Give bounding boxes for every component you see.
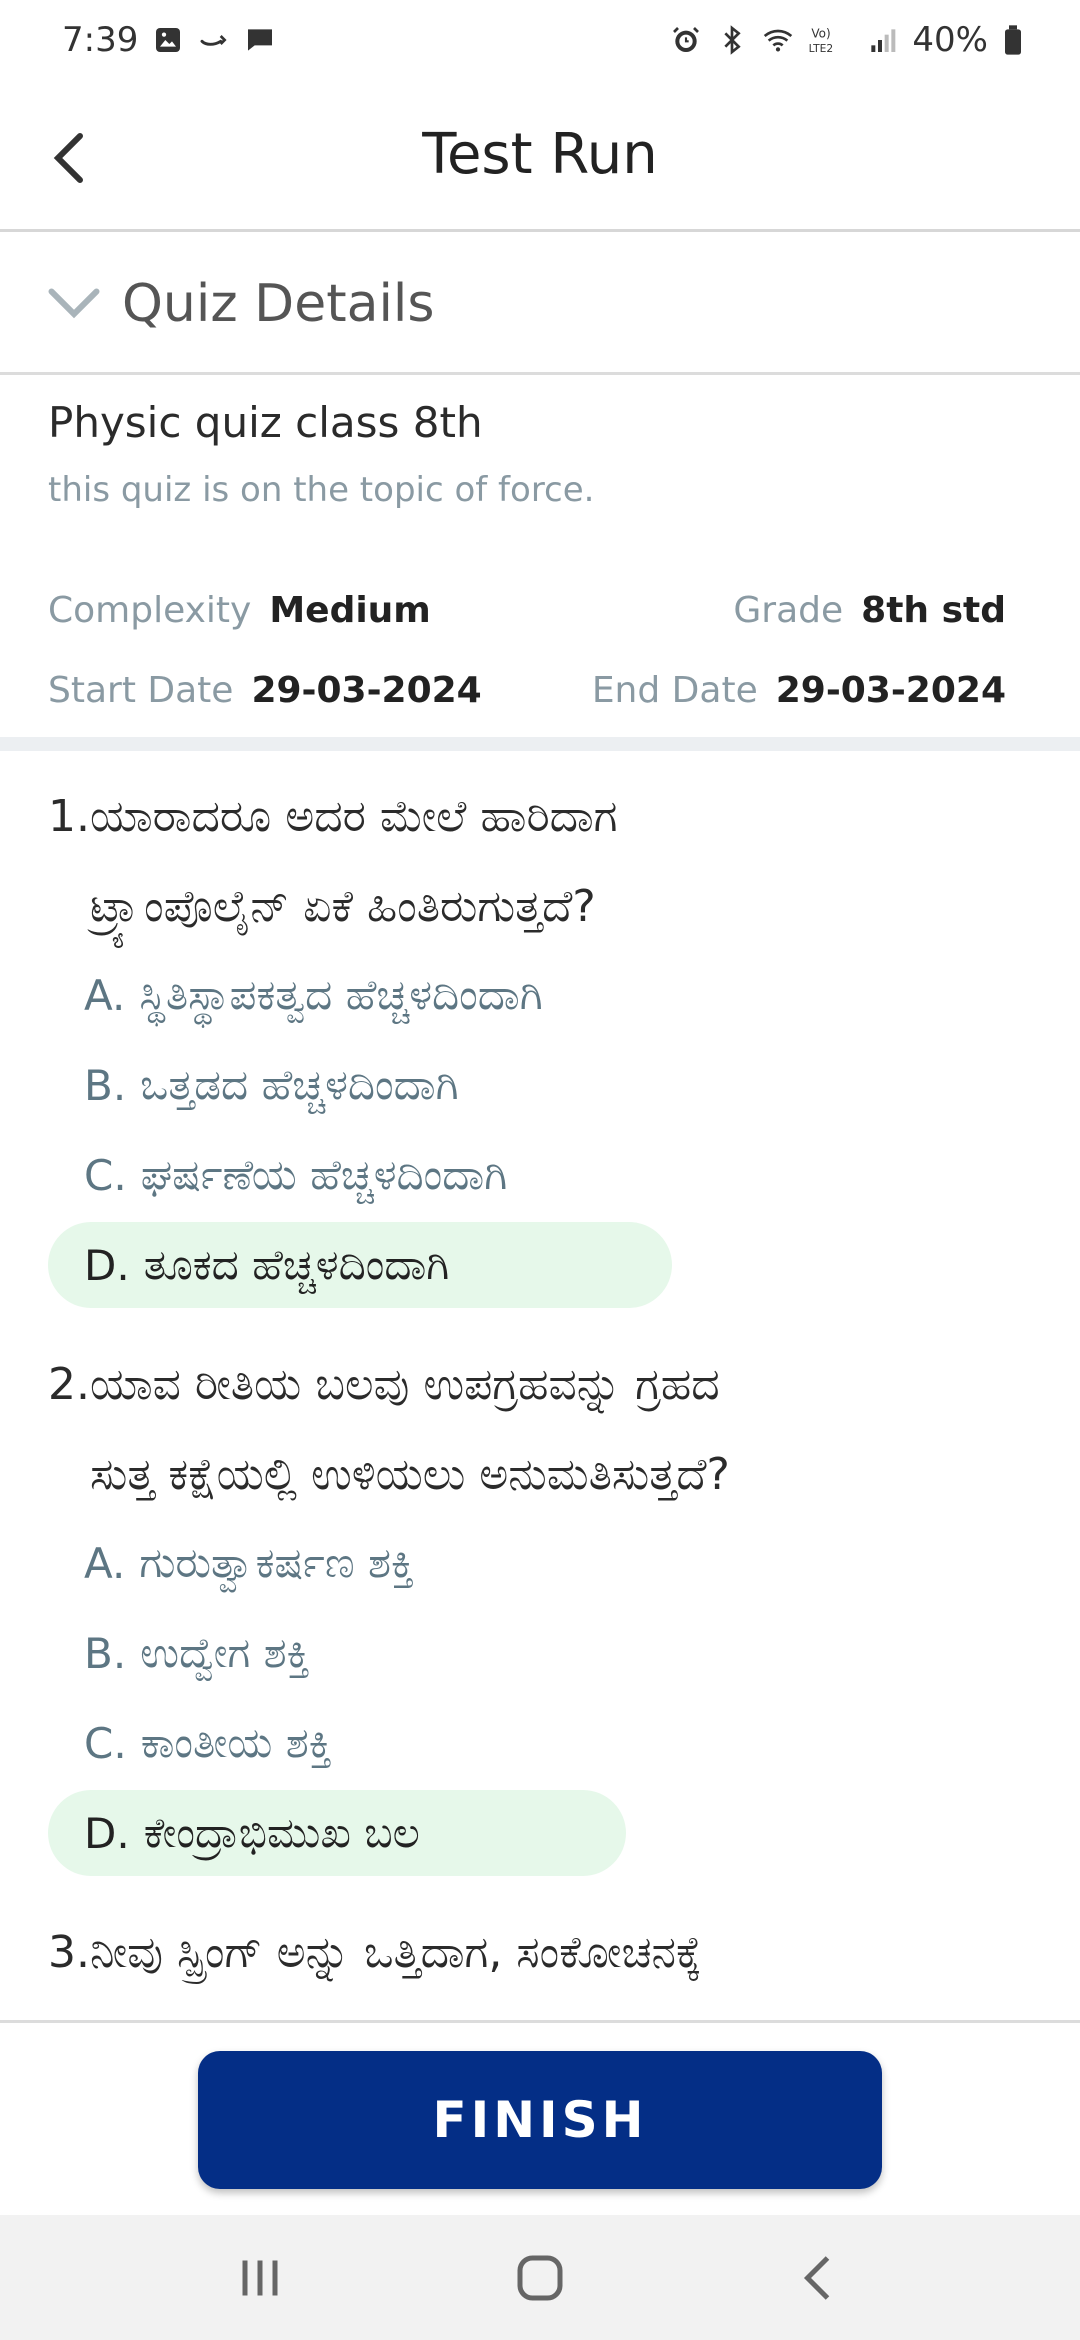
question-line: 3.ನೀವು ಸ್ಪ್ರಿಂಗ್ ಅನ್ನು ಒತ್ತಿದಾಗ, ಸಂಕೋಚನಕ… [48,1927,702,1978]
question-line: ಟ್ರ್ಯಾಂಪೊಲೈನ್ ಏಕೆ ಹಿಂತಿರುಗುತ್ತದೆ? [90,881,596,932]
quiz-description: this quiz is on the topic of force. [48,470,595,510]
question-text: 3.ನೀವು ಸ್ಪ್ರಿಂಗ್ ಅನ್ನು ಒತ್ತಿದಾಗ, ಸಂಕೋಚನಕ… [48,1908,1038,1998]
svg-text:Vo): Vo) [812,26,831,40]
wifi-icon [762,24,794,56]
app-bar: Test Run [0,80,1080,232]
section-divider [0,737,1080,751]
question-line: ಸುತ್ತ ಕಕ್ಷೆಯಲ್ಲಿ ಉಳಿಯಲು ಅನುಮತಿಸುತ್ತದೆ? [90,1449,730,1500]
question-text: 2.ಯಾವ ರೀತಿಯ ಬಲವು ಉಪಗ್ರಹವನ್ನು ಗ್ರಹದ ಸುತ್ತ… [48,1340,1038,1520]
grade-field: Grade 8th std [733,590,1006,631]
answer-option[interactable]: A. ಸ್ಥಿತಿಸ್ಥಾಪಕತ್ವದ ಹೆಚ್ಚಳದಿಂದಾಗಿ [48,952,1038,1038]
option-text: ಘರ್ಷಣೆಯ ಹೆಚ್ಚಳದಿಂದಾಗಿ [140,1150,508,1199]
system-back-button[interactable] [780,2238,860,2318]
questions-list[interactable]: 1.ಯಾರಾದರೂ ಅದರ ಮೇಲೆ ಹಾರಿದಾಗ ಟ್ರ್ಯಾಂಪೊಲೈನ್… [0,752,1080,2020]
answer-option[interactable]: B. ಉದ್ವೇಗ ಶಕ್ತಿ [48,1610,1038,1696]
recent-apps-button[interactable] [220,2238,300,2318]
answer-option[interactable]: A. ಗುರುತ್ವಾಕರ್ಷಣ ಶಕ್ತಿ [48,1520,1038,1606]
system-nav-bar [0,2215,1080,2340]
option-text: ತೂಕದ ಹೆಚ್ಚಳದಿಂದಾಗಿ [143,1240,450,1289]
option-letter: D. [84,1240,130,1290]
quiz-details-title: Quiz Details [122,273,435,334]
page-title: Test Run [422,122,658,187]
gallery-icon [152,24,184,56]
option-letter: C. [84,1150,127,1200]
start-date-value: 29-03-2024 [251,670,482,711]
home-icon [517,2255,563,2300]
question-item: 3.ನೀವು ಸ್ಪ್ರಿಂಗ್ ಅನ್ನು ಒತ್ತಿದಾಗ, ಸಂಕೋಚನಕ… [48,1908,1038,1998]
complexity-label: Complexity [48,590,252,631]
answer-option[interactable]: C. ಘರ್ಷಣೆಯ ಹೆಚ್ಚಳದಿಂದಾಗಿ [48,1132,1038,1218]
home-button[interactable] [500,2238,580,2318]
option-letter: C. [84,1718,127,1768]
chevron-left-icon [53,133,83,183]
option-text: ಗುರುತ್ವಾಕರ್ಷಣ ಶಕ್ತಿ [139,1538,415,1587]
chat-icon [244,24,276,56]
quiz-name: Physic quiz class 8th [48,398,483,447]
complexity-value: Medium [269,590,431,631]
signal-icon [866,24,898,56]
end-date-field: End Date 29-03-2024 [592,670,1006,711]
option-text: ಒತ್ತಡದ ಹೆಚ್ಚಳದಿಂದಾಗಿ [140,1060,459,1109]
alarm-icon [670,24,702,56]
svg-text:LTE2: LTE2 [809,42,834,55]
option-letter: A. [84,970,126,1020]
question-item: 2.ಯಾವ ರೀತಿಯ ಬಲವು ಉಪಗ್ರಹವನ್ನು ಗ್ರಹದ ಸುತ್ತ… [48,1340,1038,1876]
option-text: ಕೇಂದ್ರಾಭಿಮುಖ ಬಲ [143,1808,420,1857]
option-letter: A. [84,1538,126,1588]
answer-option-correct[interactable]: D. ಕೇಂದ್ರಾಭಿಮುಖ ಬಲ [48,1790,626,1876]
bottom-action-bar: FINISH [0,2020,1080,2215]
start-date-field: Start Date 29-03-2024 [48,670,482,711]
answer-option-correct[interactable]: D. ತೂಕದ ಹೆಚ್ಚಳದಿಂದಾಗಿ [48,1222,672,1308]
status-time: 7:39 [62,20,139,60]
option-text: ಕಾಂತೀಯ ಶಕ್ತಿ [140,1718,332,1767]
chevron-down-icon [48,288,100,318]
option-text: ಸ್ಥಿತಿಸ್ಥಾಪಕತ್ವದ ಹೆಚ್ಚಳದಿಂದಾಗಿ [139,970,543,1019]
end-date-value: 29-03-2024 [775,670,1006,711]
recents-icon [242,2260,278,2295]
complexity-field: Complexity Medium [48,590,431,631]
meta-row-complexity-grade: Complexity Medium Grade 8th std [48,590,1006,631]
option-letter: B. [84,1628,127,1678]
volte-icon: Vo) LTE2 [808,24,852,56]
bluetooth-icon [716,24,748,56]
status-left: 7:39 [62,20,276,60]
question-text: 1.ಯಾರಾದರೂ ಅದರ ಮೇಲೆ ಹಾರಿದಾಗ ಟ್ರ್ಯಾಂಪೊಲೈನ್… [48,772,1038,952]
option-text: ಉದ್ವೇಗ ಶಕ್ತಿ [140,1628,310,1677]
link-icon [198,24,230,56]
answer-option[interactable]: B. ಒತ್ತಡದ ಹೆಚ್ಚಳದಿಂದಾಗಿ [48,1042,1038,1128]
question-item: 1.ಯಾರಾದರೂ ಅದರ ಮೇಲೆ ಹಾರಿದಾಗ ಟ್ರ್ಯಾಂಪೊಲೈನ್… [48,772,1038,1308]
status-right: Vo) LTE2 40% [670,20,1024,60]
grade-label: Grade [733,590,844,631]
question-line: 1.ಯಾರಾದರೂ ಅದರ ಮೇಲೆ ಹಾರಿದಾಗ [48,791,618,842]
answer-option[interactable]: C. ಕಾಂತೀಯ ಶಕ್ತಿ [48,1700,1038,1786]
meta-row-dates: Start Date 29-03-2024 End Date 29-03-202… [48,670,1006,711]
finish-button[interactable]: FINISH [198,2051,882,2189]
end-date-label: End Date [591,670,758,711]
question-line: 2.ಯಾವ ರೀತಿಯ ಬಲವು ಉಪಗ್ರಹವನ್ನು ಗ್ರಹದ [48,1359,720,1410]
option-letter: B. [84,1060,127,1110]
option-letter: D. [84,1808,130,1858]
quiz-details-panel: Physic quiz class 8th this quiz is on th… [0,380,1080,740]
quiz-details-toggle[interactable]: Quiz Details [0,235,1080,375]
status-bar: 7:39 Vo) LTE2 40% [0,0,1080,80]
battery-level: 40% [912,20,988,60]
grade-value: 8th std [861,590,1006,631]
back-button[interactable] [30,118,110,198]
start-date-label: Start Date [48,670,234,711]
battery-icon [1002,24,1024,56]
back-icon [803,2255,830,2300]
